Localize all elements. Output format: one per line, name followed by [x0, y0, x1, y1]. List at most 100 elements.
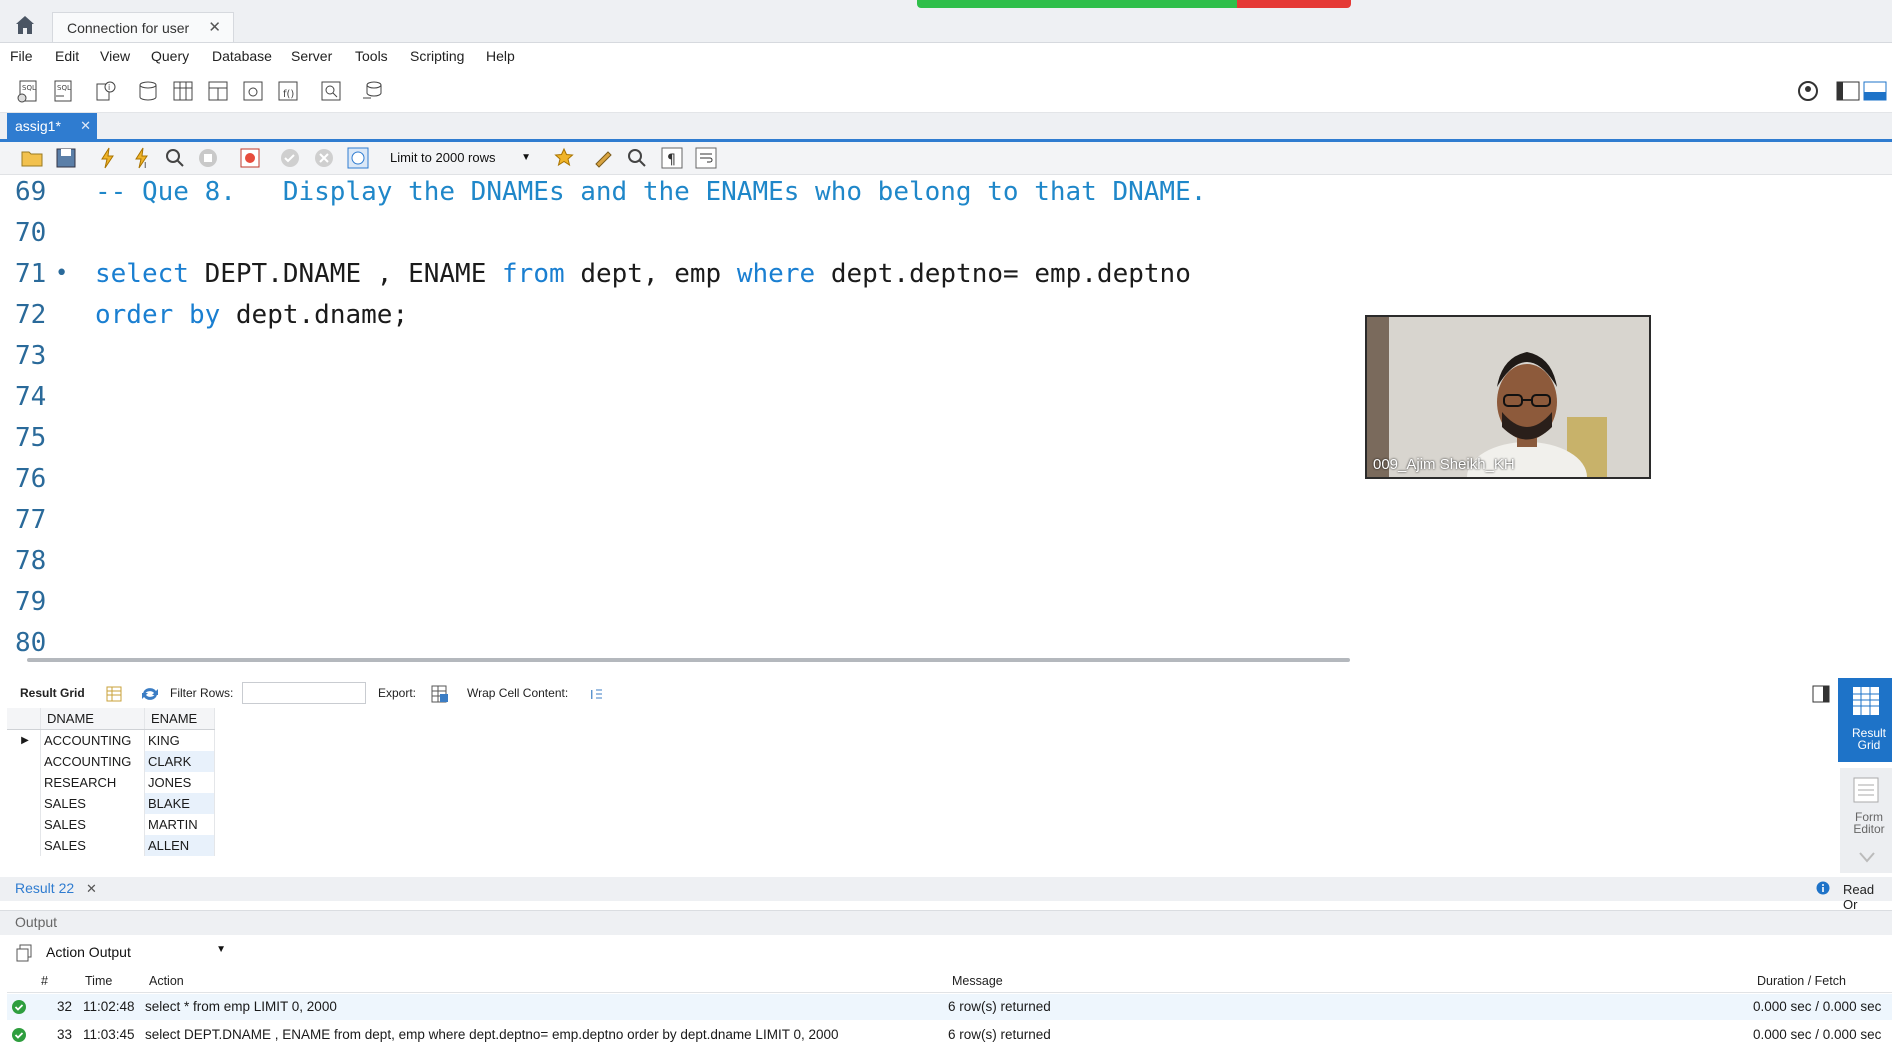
open-sql-file-icon[interactable]: SQL — [50, 78, 76, 104]
stop-share-button[interactable] — [1237, 0, 1351, 8]
menu-scripting[interactable]: Scripting — [410, 48, 464, 64]
home-icon[interactable] — [14, 14, 36, 36]
close-icon[interactable]: ✕ — [86, 881, 97, 896]
chevron-down-icon[interactable] — [1858, 850, 1876, 864]
svg-text:I: I — [590, 688, 594, 702]
toggle-output-icon[interactable] — [1862, 78, 1888, 104]
refresh-icon[interactable] — [140, 686, 160, 702]
column-header-ename[interactable]: ENAME — [145, 708, 215, 729]
export-icon[interactable] — [430, 684, 450, 704]
sql-keyword: by — [188, 300, 221, 330]
create-function-icon[interactable]: f() — [275, 78, 301, 104]
create-schema-icon[interactable] — [135, 78, 161, 104]
connection-tab-label: Connection for user — [67, 20, 190, 36]
inspector-icon[interactable]: i — [93, 78, 119, 104]
create-table-icon[interactable] — [170, 78, 196, 104]
grid-cell[interactable]: SALES — [41, 814, 145, 835]
grid-cell[interactable]: SALES — [41, 793, 145, 814]
menu-server[interactable]: Server — [291, 48, 332, 64]
close-icon[interactable]: ✕ — [80, 113, 91, 139]
editor-horizontal-scrollbar[interactable] — [27, 658, 1350, 662]
search-table-data-icon[interactable] — [318, 78, 344, 104]
grid-cell[interactable]: MARTIN — [145, 814, 215, 835]
grid-cell[interactable]: RESEARCH — [41, 772, 145, 793]
limit-rows-select[interactable]: Limit to 2000 rows ▼ — [390, 146, 535, 170]
wrap-cell-icon[interactable]: I — [588, 686, 604, 702]
menu-edit[interactable]: Edit — [55, 48, 79, 64]
grid-cell[interactable]: CLARK — [145, 751, 215, 772]
grid-cell[interactable]: ACCOUNTING — [41, 751, 145, 772]
add-snippet-icon[interactable] — [552, 146, 576, 170]
table-row[interactable]: SALES BLAKE — [7, 793, 215, 814]
table-row[interactable]: ▶ ACCOUNTING KING — [7, 730, 215, 751]
table-row[interactable]: SALES MARTIN — [7, 814, 215, 835]
column-header: # — [41, 974, 48, 988]
explain-icon[interactable] — [163, 146, 187, 170]
grid-view-icon[interactable] — [106, 686, 122, 702]
row-header — [7, 814, 41, 835]
column-header-dname[interactable]: DNAME — [41, 708, 145, 729]
menu-help[interactable]: Help — [486, 48, 515, 64]
create-procedure-icon[interactable] — [240, 78, 266, 104]
menu-query[interactable]: Query — [151, 48, 189, 64]
connection-tab[interactable]: Connection for user ✕ — [52, 12, 234, 42]
row-selected-icon: ▶ — [7, 730, 41, 751]
settings-icon[interactable] — [1795, 78, 1821, 104]
code-line: -- Que 8. Display the DNAMEs and the ENA… — [95, 177, 1207, 207]
open-folder-icon[interactable] — [20, 146, 44, 170]
grid-cell[interactable]: BLAKE — [145, 793, 215, 814]
reconnect-icon[interactable] — [360, 78, 386, 104]
chevron-down-icon: ▼ — [216, 944, 226, 955]
grid-cell[interactable]: ALLEN — [145, 835, 215, 856]
stop-icon[interactable] — [196, 146, 220, 170]
beautify-icon[interactable] — [592, 146, 616, 170]
grid-cell[interactable]: KING — [145, 730, 215, 751]
new-sql-tab-icon[interactable]: SQL — [15, 78, 41, 104]
invisible-chars-icon[interactable]: ¶ — [660, 146, 684, 170]
result-tab[interactable]: Result 22 ✕ — [15, 880, 97, 897]
rollback-icon[interactable] — [312, 146, 336, 170]
word-wrap-icon[interactable] — [694, 146, 718, 170]
toggle-panel-icon[interactable] — [1812, 685, 1830, 703]
line-number: 71 — [15, 259, 47, 289]
main-toolbar: SQL SQL i f() — [0, 70, 1892, 113]
execute-icon[interactable] — [96, 146, 120, 170]
grid-cell[interactable]: ACCOUNTING — [41, 730, 145, 751]
grid-cell[interactable]: JONES — [145, 772, 215, 793]
sql-keyword: from — [502, 259, 565, 289]
row-header — [7, 751, 41, 772]
grid-cell[interactable]: SALES — [41, 835, 145, 856]
table-row[interactable]: RESEARCH JONES — [7, 772, 215, 793]
row-header — [7, 835, 41, 856]
output-row[interactable]: 33 11:03:45 select DEPT.DNAME , ENAME fr… — [7, 1022, 1892, 1048]
menu-tools[interactable]: Tools — [355, 48, 388, 64]
menu-database[interactable]: Database — [212, 48, 272, 64]
filter-rows-input[interactable] — [242, 682, 366, 704]
export-label: Export: — [378, 686, 417, 700]
output-row[interactable]: 32 11:02:48 select * from emp LIMIT 0, 2… — [7, 994, 1892, 1020]
copy-icon[interactable] — [15, 944, 33, 962]
create-view-icon[interactable] — [205, 78, 231, 104]
editor-tab[interactable]: assig1* ✕ — [7, 113, 97, 139]
sql-keyword: where — [736, 259, 816, 289]
menu-view[interactable]: View — [100, 48, 130, 64]
close-icon[interactable]: ✕ — [208, 13, 221, 43]
autocommit-icon[interactable] — [346, 146, 370, 170]
wrap-cell-label: Wrap Cell Content: — [467, 686, 569, 700]
menu-file[interactable]: File — [10, 48, 33, 64]
output-type-select[interactable]: Action Output ▼ — [46, 944, 226, 964]
column-header: Action — [149, 974, 184, 988]
table-row[interactable]: SALES ALLEN — [7, 835, 215, 856]
toggle-sidebar-icon[interactable] — [1835, 78, 1861, 104]
editor-tab-bar — [0, 113, 1892, 142]
sql-token: emp — [674, 259, 722, 289]
find-icon[interactable] — [625, 146, 649, 170]
save-icon[interactable] — [54, 146, 78, 170]
result-grid-label[interactable]: Result Grid — [20, 686, 85, 700]
execute-current-icon[interactable]: I — [130, 146, 154, 170]
table-row[interactable]: ACCOUNTING CLARK — [7, 751, 215, 772]
toggle-error-icon[interactable] — [238, 146, 262, 170]
commit-icon[interactable] — [278, 146, 302, 170]
